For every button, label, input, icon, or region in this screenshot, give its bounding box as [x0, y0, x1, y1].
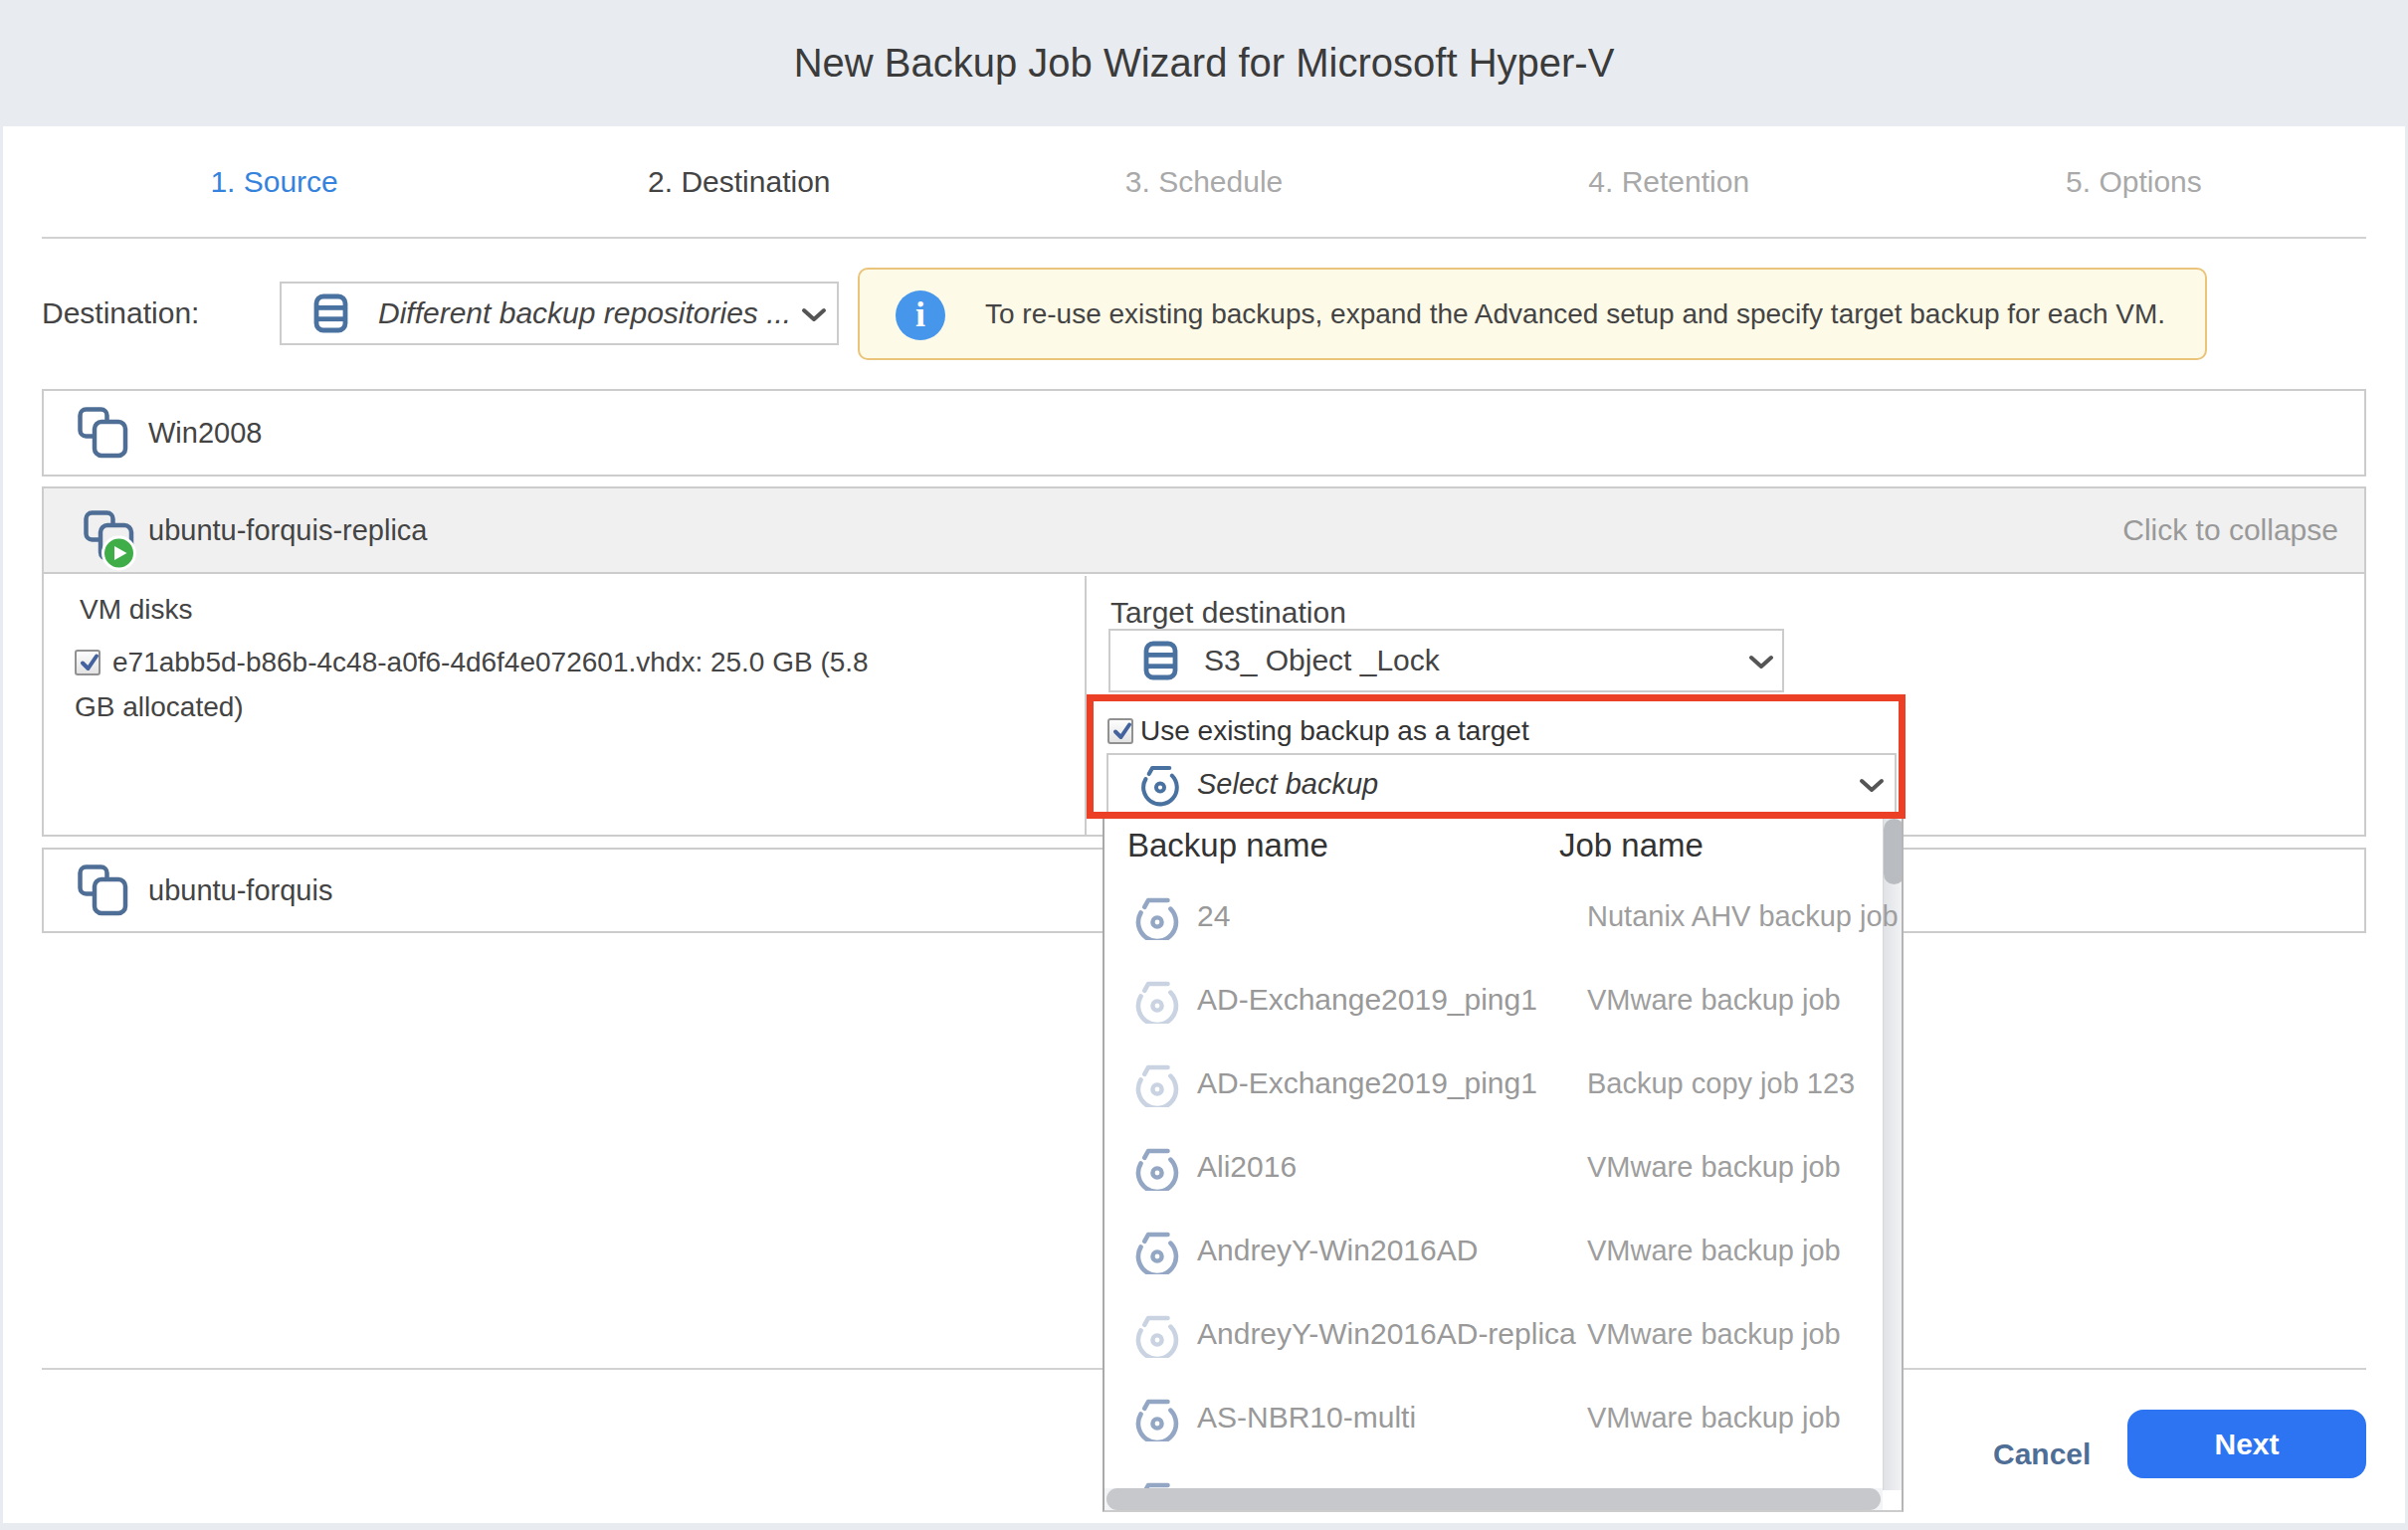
backup-name-column-header: Backup name — [1127, 827, 1328, 864]
backup-icon — [1131, 892, 1179, 940]
disk-checkbox[interactable] — [75, 650, 100, 675]
backup-dropdown-row[interactable]: AndreyY-Win2016AD-replica VMware backup … — [1104, 1292, 1902, 1376]
backup-dropdown-row[interactable]: Ali2016 VMware backup job — [1104, 1125, 1902, 1209]
horizontal-scrollbar[interactable] — [1104, 1488, 1883, 1510]
backup-name-cell: Ali2016 — [1197, 1125, 1297, 1209]
destination-dropdown[interactable]: Different backup repositories ... — [280, 282, 839, 345]
chevron-down-icon — [1748, 655, 1774, 670]
backup-icon — [1131, 1310, 1179, 1358]
vm-disks-label: VM disks — [80, 594, 193, 626]
info-banner-text: To re-use existing backups, expand the A… — [985, 270, 2165, 358]
backup-dropdown-row[interactable]: 24 Nutanix AHV backup job — [1104, 874, 1902, 958]
vm-icon — [78, 407, 129, 459]
use-existing-backup-row: Use existing backup as a target — [1107, 715, 1529, 747]
vm-name: Win2008 — [148, 417, 262, 450]
destination-label: Destination: — [42, 295, 199, 331]
tab-2-destination[interactable]: 2. Destination — [506, 149, 971, 215]
chevron-down-icon — [801, 307, 827, 323]
job-name-cell: Backup copy job 123 — [1587, 1042, 1855, 1125]
next-button[interactable]: Next — [2127, 1410, 2366, 1478]
backup-icon — [1131, 1059, 1179, 1107]
cancel-button[interactable]: Cancel — [1993, 1437, 2091, 1471]
tab-3-schedule[interactable]: 3. Schedule — [971, 149, 1436, 215]
job-name-cell: VMware backup job — [1587, 1376, 1841, 1459]
use-existing-checkbox[interactable] — [1107, 718, 1133, 744]
backup-dropdown-row[interactable]: AndreyY-Win2016AD VMware backup job — [1104, 1209, 1902, 1292]
select-backup-dropdown[interactable]: Select backup — [1106, 753, 1897, 815]
use-existing-label: Use existing backup as a target — [1140, 715, 1529, 747]
backup-icon — [1137, 761, 1183, 807]
vm-disk-text: e71abb5d-b86b-4c48-a0f6-4d6f4e072601.vhd… — [75, 647, 869, 722]
select-backup-placeholder: Select backup — [1197, 768, 1378, 801]
target-destination-value: S3_ Object _Lock — [1204, 644, 1440, 677]
job-name-column-header: Job name — [1559, 827, 1704, 864]
backup-name-cell: AD-Exchange2019_ping1 — [1197, 1042, 1537, 1125]
backup-icon — [1131, 1394, 1179, 1441]
repository-icon — [1143, 641, 1178, 680]
vm-replica-icon — [84, 510, 141, 574]
backup-dropdown-row[interactable]: AS-NBR10-multi VMware backup job — [1104, 1376, 1902, 1459]
wizard-steps: 1. Source2. Destination3. Schedule4. Ret… — [42, 149, 2366, 215]
tab-1-source[interactable]: 1. Source — [42, 149, 506, 215]
job-name-cell: Nutanix AHV backup job — [1587, 874, 1899, 958]
backup-dropdown-panel: Backup name Job name 24 Nutanix AHV back… — [1103, 819, 1904, 1512]
repository-icon — [313, 293, 348, 333]
vm-row-expanded-header[interactable]: ubuntu-forquis-replica Click to collapse — [44, 488, 2364, 574]
collapse-hint[interactable]: Click to collapse — [2122, 513, 2338, 547]
destination-dropdown-value: Different backup repositories ... — [378, 296, 791, 330]
backup-dropdown-row[interactable]: AD-Exchange2019_ping1 Backup copy job 12… — [1104, 1042, 1902, 1125]
vm-name: ubuntu-forquis-replica — [148, 514, 427, 547]
vm-row-win2008[interactable]: Win2008 — [42, 389, 2366, 477]
backup-dropdown-row[interactable]: AD-Exchange2019_ping1 VMware backup job — [1104, 958, 1902, 1042]
job-name-cell: VMware backup job — [1587, 1209, 1841, 1292]
vm-icon — [78, 864, 129, 916]
wizard-header: New Backup Job Wizard for Microsoft Hype… — [0, 0, 2408, 126]
horizontal-scrollbar-thumb[interactable] — [1106, 1488, 1881, 1510]
backup-name-cell: AndreyY-Win2016AD-replica — [1197, 1292, 1576, 1376]
window-edge-left — [0, 0, 3, 1530]
backup-name-cell: 24 — [1197, 874, 1230, 958]
job-name-cell: VMware backup job — [1587, 958, 1841, 1042]
job-name-cell: VMware backup job — [1587, 1125, 1841, 1209]
tab-4-retention[interactable]: 4. Retention — [1437, 149, 1902, 215]
window-edge-bottom — [0, 1523, 2408, 1530]
job-name-cell: VMware backup job — [1587, 1292, 1841, 1376]
backup-icon — [1131, 1227, 1179, 1274]
column-divider — [1085, 576, 1087, 837]
vm-name: ubuntu-forquis — [148, 874, 332, 907]
wizard-title: New Backup Job Wizard for Microsoft Hype… — [794, 41, 1615, 86]
tab-5-options[interactable]: 5. Options — [1902, 149, 2366, 215]
backup-name-cell: AD-Exchange2019_ping1 — [1197, 958, 1537, 1042]
backup-icon — [1131, 976, 1179, 1024]
info-icon: i — [896, 290, 945, 340]
chevron-down-icon — [1859, 778, 1885, 794]
target-destination-label: Target destination — [1110, 596, 1346, 630]
backup-name-cell: AndreyY-Win2016AD — [1197, 1209, 1478, 1292]
backup-icon — [1131, 1143, 1179, 1191]
tabs-divider — [42, 237, 2366, 239]
info-banner: i To re-use existing backups, expand the… — [858, 268, 2207, 360]
backup-name-cell: AS-NBR10-multi — [1197, 1376, 1416, 1459]
target-destination-dropdown[interactable]: S3_ Object _Lock — [1108, 629, 1784, 692]
vm-disk-item: e71abb5d-b86b-4c48-a0f6-4d6f4e072601.vhd… — [75, 640, 891, 729]
